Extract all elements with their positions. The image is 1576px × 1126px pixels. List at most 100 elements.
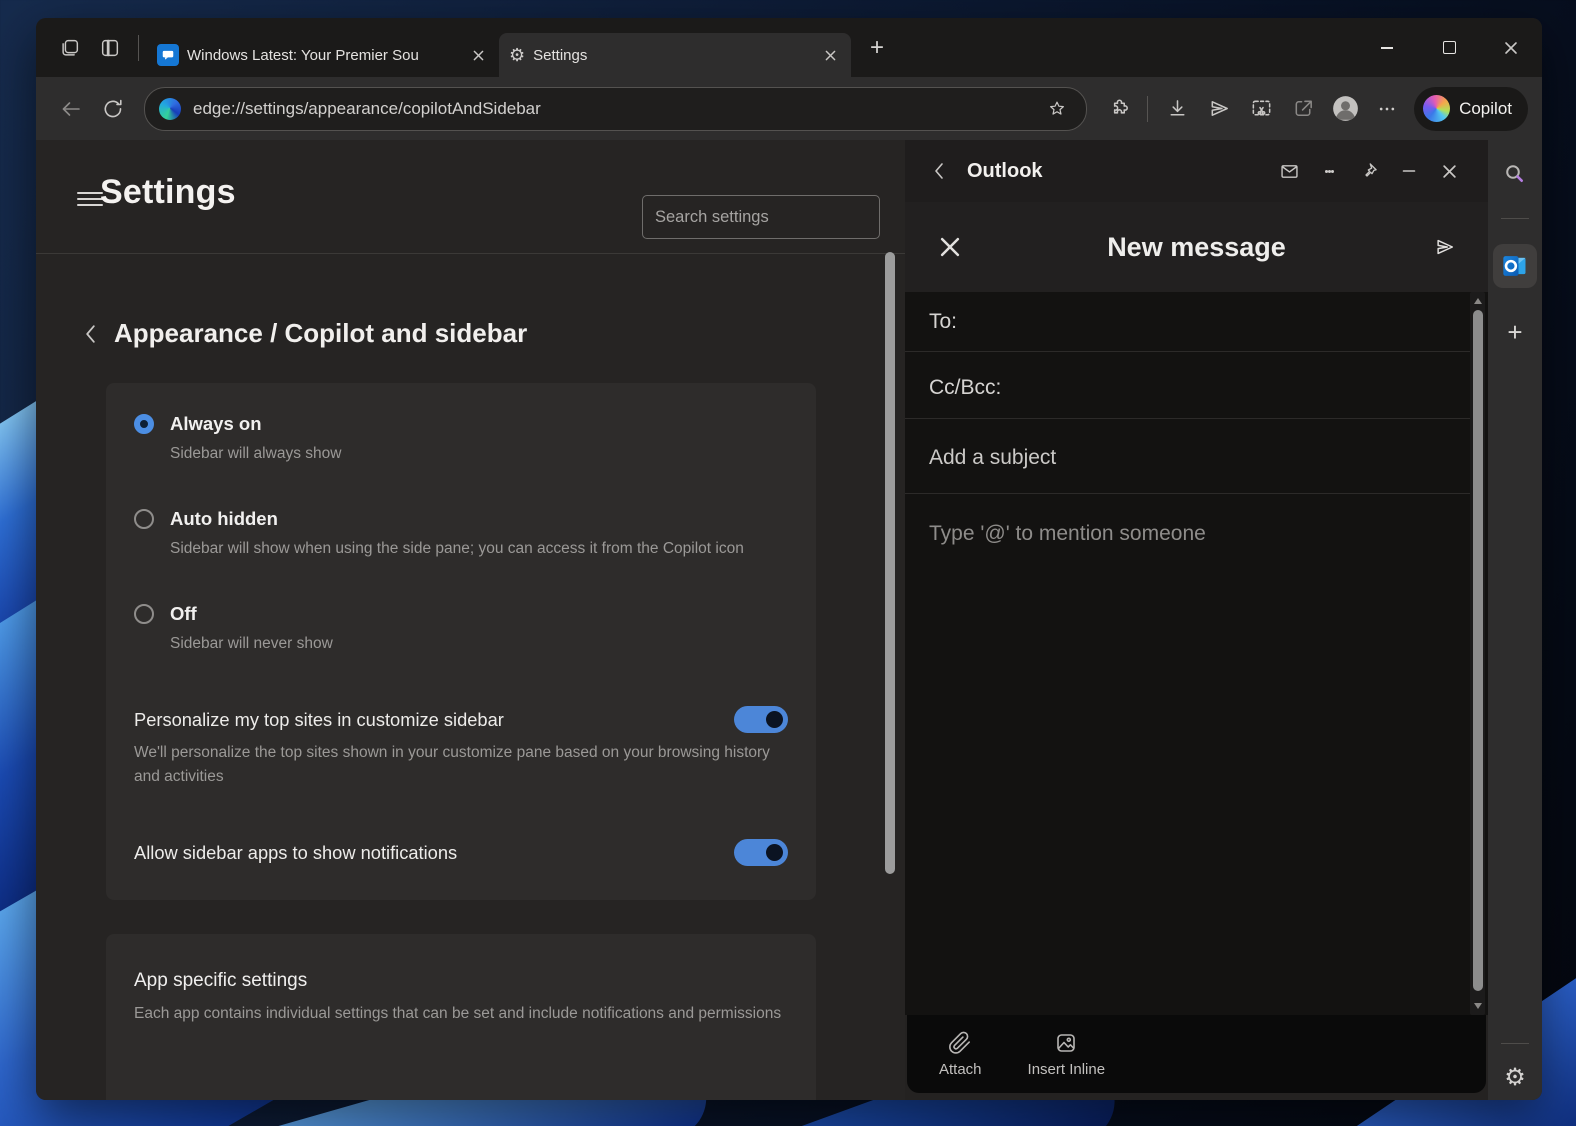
radio-always-on[interactable]: [134, 414, 154, 434]
windows-latest-favicon: [157, 44, 179, 66]
attach-button[interactable]: Attach: [933, 1030, 988, 1079]
outlook-sidebar-panel: Outlook New message: [905, 140, 1488, 1100]
sidebar-search-icon[interactable]: [1503, 162, 1527, 186]
sidebar-item-outlook[interactable]: [1493, 244, 1537, 288]
compose-fields: To: Cc/Bcc: Add a subject Type '@' to me…: [905, 292, 1488, 1015]
close-tab-icon[interactable]: [467, 44, 489, 66]
add-sidebar-app-button[interactable]: +: [1501, 318, 1529, 346]
url-text: edge://settings/appearance/copilotAndSid…: [193, 99, 1042, 119]
option-label: Off: [170, 603, 197, 625]
option-description: Sidebar will never show: [170, 632, 788, 656]
personalize-top-sites-toggle[interactable]: [734, 706, 788, 733]
close-window-button[interactable]: [1480, 18, 1542, 77]
page-title: Settings: [100, 173, 236, 212]
chevron-left-icon[interactable]: [83, 324, 98, 344]
window-controls: [1356, 18, 1542, 77]
browser-window: Windows Latest: Your Premier Sou ⚙ Setti…: [36, 18, 1542, 1100]
compose-header: New message: [905, 202, 1488, 292]
main-content: Settings Appearance / Copilot and sideba…: [36, 140, 1542, 1100]
compose-action-bar: Attach Insert Inline: [907, 1015, 1486, 1093]
settings-page: Settings Appearance / Copilot and sideba…: [36, 140, 905, 1100]
subject-field[interactable]: Add a subject: [929, 446, 1056, 470]
compose-scrollbar[interactable]: [1470, 292, 1485, 1015]
attach-label: Attach: [939, 1061, 982, 1078]
favorite-star-icon[interactable]: [1042, 94, 1072, 124]
pin-icon[interactable]: [1352, 154, 1386, 188]
card-title: App specific settings: [134, 970, 788, 992]
message-body-field[interactable]: Type '@' to mention someone: [929, 522, 1206, 546]
extensions-icon[interactable]: [1097, 89, 1139, 129]
sidebar-notifications-toggle[interactable]: [734, 839, 788, 866]
divider: [1147, 96, 1148, 122]
divider: [1501, 218, 1529, 219]
sidebar-options-card: Always on Sidebar will always show Auto …: [106, 383, 816, 900]
new-tab-button[interactable]: +: [857, 30, 897, 66]
tab-title: Windows Latest: Your Premier Sou: [187, 47, 459, 64]
minimize-icon: [1381, 47, 1393, 49]
breadcrumb-title: Appearance / Copilot and sidebar: [114, 318, 527, 349]
cc-bcc-field[interactable]: Cc/Bcc:: [929, 376, 1001, 400]
insert-inline-label: Insert Inline: [1028, 1061, 1106, 1078]
option-description: Sidebar will show when using the side pa…: [170, 537, 788, 561]
card-description: Each app contains individual settings th…: [134, 1002, 782, 1026]
minimize-button[interactable]: [1356, 18, 1418, 77]
address-bar[interactable]: edge://settings/appearance/copilotAndSid…: [144, 87, 1087, 131]
divider: [905, 418, 1470, 419]
maximize-button[interactable]: [1418, 18, 1480, 77]
send-message-icon[interactable]: [1428, 230, 1462, 264]
breadcrumb: Appearance / Copilot and sidebar: [83, 318, 905, 349]
toggle-personalize-top-sites: Personalize my top sites in customize si…: [134, 706, 788, 789]
copilot-label: Copilot: [1459, 99, 1512, 119]
panel-minimize-icon[interactable]: [1392, 154, 1426, 188]
more-menu-icon[interactable]: [1366, 89, 1408, 129]
search-settings-input[interactable]: [642, 195, 880, 239]
kebab-menu-icon[interactable]: [1312, 154, 1346, 188]
divider: [905, 493, 1470, 494]
divider: [138, 35, 139, 61]
browser-toolbar: edge://settings/appearance/copilotAndSid…: [36, 77, 1542, 140]
profile-avatar[interactable]: [1324, 89, 1366, 129]
panel-back-icon[interactable]: [927, 154, 951, 188]
scroll-down-icon[interactable]: [1474, 1003, 1482, 1009]
outlook-panel-header: Outlook: [905, 140, 1488, 202]
toggle-description: We'll personalize the top sites shown in…: [134, 741, 788, 789]
share-icon[interactable]: [1282, 89, 1324, 129]
option-label: Auto hidden: [170, 508, 278, 530]
mail-icon[interactable]: [1272, 154, 1306, 188]
compose-title: New message: [905, 232, 1488, 263]
compose-close-icon[interactable]: [933, 230, 967, 264]
downloads-icon[interactable]: [1156, 89, 1198, 129]
option-description: Sidebar will always show: [170, 442, 788, 466]
sidebar-settings-gear-icon[interactable]: ⚙: [1501, 1064, 1529, 1092]
gear-icon: ⚙: [509, 46, 525, 64]
settings-scrollbar[interactable]: [885, 252, 895, 874]
option-off: Off Sidebar will never show: [134, 603, 788, 656]
insert-inline-button[interactable]: Insert Inline: [1022, 1030, 1112, 1079]
radio-off[interactable]: [134, 604, 154, 624]
workspaces-icon[interactable]: [50, 30, 90, 66]
scroll-up-icon[interactable]: [1474, 298, 1482, 304]
radio-auto-hidden[interactable]: [134, 509, 154, 529]
tab-title: Settings: [533, 47, 811, 64]
to-field[interactable]: To:: [929, 310, 957, 334]
screenshot-icon[interactable]: [1240, 89, 1282, 129]
close-tab-icon[interactable]: [819, 44, 841, 66]
close-icon: [1504, 41, 1518, 55]
copilot-button[interactable]: Copilot: [1414, 87, 1528, 131]
back-button[interactable]: [50, 89, 92, 129]
tab-settings[interactable]: ⚙ Settings: [499, 33, 851, 77]
toggle-label: Allow sidebar apps to show notifications: [134, 842, 457, 864]
tab-windows-latest[interactable]: Windows Latest: Your Premier Sou: [147, 33, 499, 77]
divider: [1501, 1043, 1529, 1044]
tab-strip: Windows Latest: Your Premier Sou ⚙ Setti…: [36, 18, 1542, 77]
edge-logo-icon: [159, 98, 181, 120]
divider: [905, 351, 1470, 352]
settings-body: Appearance / Copilot and sidebar Always …: [36, 254, 905, 1100]
send-icon[interactable]: [1198, 89, 1240, 129]
toggle-label: Personalize my top sites in customize si…: [134, 709, 504, 731]
maximize-icon: [1443, 41, 1456, 54]
tab-actions-icon[interactable]: [90, 30, 130, 66]
panel-close-icon[interactable]: [1432, 154, 1466, 188]
scrollbar-thumb[interactable]: [1473, 310, 1483, 991]
refresh-button[interactable]: [92, 89, 134, 129]
